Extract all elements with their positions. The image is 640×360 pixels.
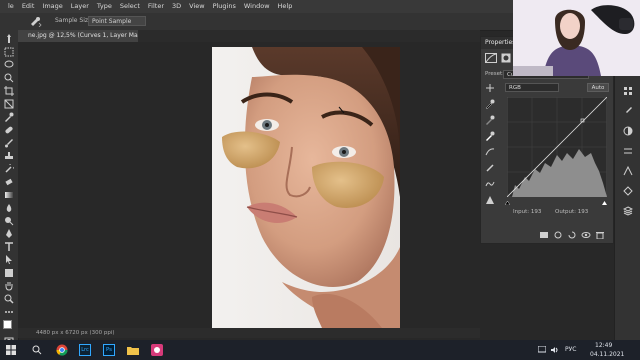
chrome-icon[interactable] — [56, 344, 68, 356]
view-previous-icon[interactable] — [553, 231, 563, 239]
status-bar: 4480 px x 6720 px (300 ppi) — [18, 328, 480, 338]
menu-item-help[interactable]: Help — [278, 2, 293, 10]
right-panel-dock — [614, 36, 640, 348]
eyedropper-icon[interactable] — [4, 112, 14, 122]
properties-panel-icon[interactable] — [623, 146, 633, 156]
stamp-tool-icon[interactable] — [4, 151, 14, 161]
marquee-tool-icon[interactable] — [4, 47, 14, 57]
history-brush-icon[interactable] — [4, 161, 17, 174]
reset-icon[interactable] — [567, 231, 577, 239]
clipping-warning-icon[interactable] — [485, 195, 495, 205]
black-point-slider[interactable] — [504, 199, 511, 206]
language-indicator[interactable]: РУС — [565, 346, 576, 353]
zoom-tool-icon[interactable] — [4, 294, 14, 304]
menu-items: le Edit Image Layer Type Select Filter 3D View Pl… — [8, 2, 292, 10]
gray-point-eyedropper-icon[interactable] — [485, 115, 495, 125]
hand-tool-icon[interactable] — [4, 281, 14, 291]
more-tools-icon[interactable] — [4, 307, 14, 317]
folder-icon[interactable] — [127, 345, 139, 355]
document-image[interactable] — [212, 47, 400, 328]
curves-graph[interactable] — [507, 97, 607, 197]
menu-item-edit[interactable]: Edit — [22, 2, 35, 10]
eraser-tool-icon[interactable] — [4, 177, 14, 187]
menu-item-select[interactable]: Select — [120, 2, 140, 10]
output-value: Output: 193 — [555, 209, 589, 215]
webcam-overlay — [513, 0, 640, 76]
menu-item-view[interactable]: View — [189, 2, 204, 10]
white-point-slider[interactable] — [602, 199, 607, 205]
path-select-tool-icon[interactable] — [4, 255, 14, 265]
layers-panel-icon[interactable] — [622, 206, 634, 216]
layer-mask-icon[interactable] — [501, 53, 511, 63]
frame-tool-icon[interactable] — [4, 99, 14, 109]
auto-button[interactable]: Auto — [587, 83, 609, 92]
channels-panel-icon[interactable] — [623, 186, 633, 196]
preset-label: Preset: — [485, 71, 505, 77]
on-image-adjust-icon[interactable] — [485, 83, 495, 93]
foreground-color-swatch[interactable] — [3, 320, 12, 329]
channel-select[interactable]: RGB — [505, 83, 559, 92]
paths-panel-icon[interactable] — [623, 165, 633, 176]
menu-item-filter[interactable]: Filter — [148, 2, 164, 10]
clock-date[interactable]: 04.11.2021 — [590, 351, 624, 358]
document-dimensions: 4480 px x 6720 px (300 ppi) — [36, 330, 115, 336]
photoshop-icon[interactable]: Ps — [103, 344, 115, 356]
sample-size-select[interactable]: Point Sample — [88, 16, 146, 26]
volume-icon[interactable] — [551, 346, 559, 354]
visibility-eye-icon[interactable] — [581, 231, 591, 239]
tab-strip — [138, 30, 480, 42]
windows-start-icon[interactable] — [6, 345, 16, 355]
quick-select-tool-icon[interactable] — [4, 73, 14, 83]
app-icon[interactable] — [151, 344, 163, 356]
brushes-panel-icon[interactable] — [623, 106, 633, 116]
adjustments-panel-icon[interactable] — [623, 126, 633, 136]
document-tab[interactable]: ne.jpg @ 12,5% (Curves 1, Layer Mask/8) … — [18, 30, 157, 42]
clip-to-layer-icon[interactable] — [539, 231, 549, 239]
move-tool-icon[interactable] — [4, 34, 14, 44]
shape-tool-icon[interactable] — [4, 268, 14, 278]
eyedropper-tool-icon[interactable] — [28, 16, 42, 28]
clock-time[interactable]: 12:49 — [595, 342, 612, 349]
lasso-tool-icon[interactable] — [4, 60, 14, 70]
tools-panel — [0, 30, 19, 348]
curve-edit-points-icon[interactable] — [485, 147, 495, 157]
smooth-curve-icon[interactable] — [485, 179, 495, 189]
healing-brush-icon[interactable] — [4, 125, 14, 135]
crop-tool-icon[interactable] — [4, 86, 14, 96]
menu-item-image[interactable]: Image — [42, 2, 62, 10]
network-icon[interactable] — [537, 345, 547, 354]
search-icon[interactable] — [32, 345, 42, 355]
menu-item-type[interactable]: Type — [97, 2, 112, 10]
black-point-eyedropper-icon[interactable] — [485, 99, 495, 110]
menu-item-le[interactable]: le — [8, 2, 14, 10]
menu-item-window[interactable]: Window — [244, 2, 270, 10]
lightroom-classic-icon[interactable]: Lrc — [79, 344, 91, 356]
white-point-eyedropper-icon[interactable] — [485, 131, 495, 141]
type-tool-icon[interactable] — [4, 242, 14, 252]
dodge-tool-icon[interactable] — [4, 216, 14, 226]
curves-adjustment-icon[interactable] — [485, 53, 497, 63]
swatches-panel-icon[interactable] — [623, 86, 633, 96]
pencil-draw-icon[interactable] — [485, 163, 495, 173]
pen-tool-icon[interactable] — [4, 229, 14, 239]
menu-item-plugins[interactable]: Plugins — [213, 2, 236, 10]
input-value: Input: 193 — [513, 209, 542, 215]
trash-icon[interactable] — [595, 231, 605, 240]
blur-tool-icon[interactable] — [4, 203, 14, 213]
menu-item-layer[interactable]: Layer — [71, 2, 89, 10]
properties-title: Properties — [485, 39, 516, 46]
gradient-tool-icon[interactable] — [4, 190, 14, 200]
menu-item-3d[interactable]: 3D — [172, 2, 181, 10]
brush-tool-icon[interactable] — [4, 138, 14, 148]
windows-taskbar: Lrc Ps РУС 12:49 04.11.2021 — [0, 340, 640, 360]
